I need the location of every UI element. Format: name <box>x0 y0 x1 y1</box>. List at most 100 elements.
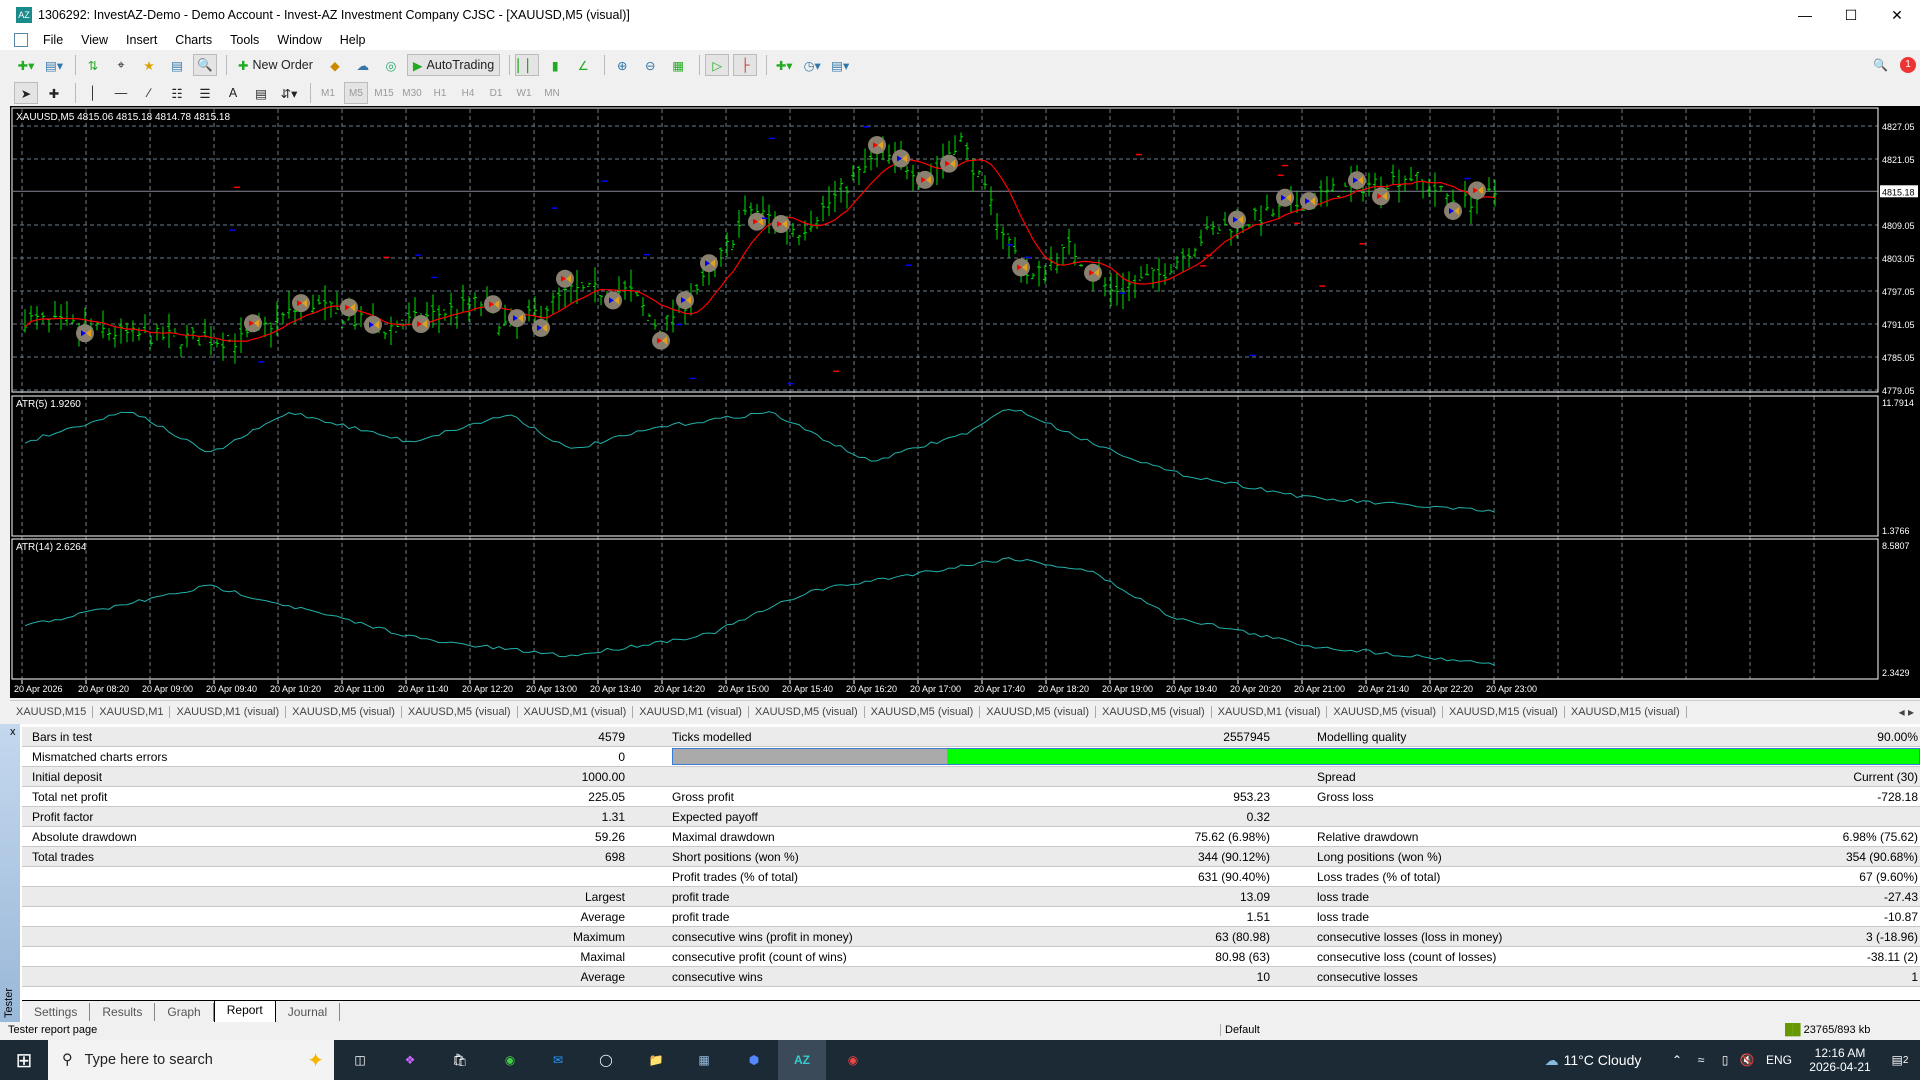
templates-icon[interactable]: ▤▾ <box>828 54 852 76</box>
close-button[interactable]: ✕ <box>1874 0 1920 30</box>
language-indicator[interactable]: ENG <box>1762 1040 1796 1080</box>
search-box[interactable]: ⚲ Type here to search ✦ <box>48 1040 334 1080</box>
terminal-icon[interactable]: ▤ <box>165 54 189 76</box>
tester-tab-settings[interactable]: Settings <box>22 1003 91 1021</box>
chart-tab[interactable]: XAUUSD,M5 (visual) <box>1327 705 1444 718</box>
equidistant-channel-icon[interactable]: ☷ <box>165 82 189 104</box>
chart-tab[interactable]: XAUUSD,M5 (visual) <box>286 705 402 718</box>
new-order-button[interactable]: ✚ New Order <box>232 54 319 76</box>
price-bar <box>203 319 207 338</box>
minimize-button[interactable]: — <box>1782 0 1828 30</box>
chart-tab[interactable]: XAUUSD,M5 (visual) <box>980 705 1096 718</box>
tester-tab-graph[interactable]: Graph <box>155 1003 214 1021</box>
timeframe-h1[interactable]: H1 <box>428 82 452 104</box>
outlook-icon[interactable]: ✉ <box>538 1040 578 1080</box>
store-icon[interactable]: 🛍 <box>440 1040 480 1080</box>
crosshair-icon[interactable]: ✚ <box>42 82 66 104</box>
profiles-icon[interactable]: ▤▾ <box>42 54 66 76</box>
weather-widget[interactable]: ☁ 11°C Cloudy <box>1528 1040 1658 1080</box>
app-icon[interactable]: ⬢ <box>734 1040 774 1080</box>
show-hidden-icons[interactable]: ⌃ <box>1668 1040 1686 1080</box>
strategy-tester-icon[interactable]: 🔍 <box>193 54 217 76</box>
bar-chart-icon[interactable]: ▏▏ <box>515 54 540 76</box>
media-icon[interactable]: ◯ <box>586 1040 626 1080</box>
cursor-icon[interactable]: ➤ <box>14 82 38 104</box>
autotrading-button[interactable]: ▶ AutoTrading <box>406 54 501 76</box>
notification-badge-icon[interactable]: 1 <box>1900 57 1916 73</box>
chart-tab[interactable]: XAUUSD,M5 (visual) <box>749 705 865 718</box>
timeframe-d1[interactable]: D1 <box>484 82 508 104</box>
market-icon[interactable]: ◎ <box>379 54 403 76</box>
periods-icon[interactable]: ◷▾ <box>800 54 824 76</box>
chart-tab[interactable]: XAUUSD,M5 (visual) <box>402 705 518 718</box>
menu-window[interactable]: Window <box>268 33 330 47</box>
tester-tab-results[interactable]: Results <box>90 1003 156 1021</box>
file-explorer-icon[interactable]: 📁 <box>636 1040 676 1080</box>
tester-tab-report[interactable]: Report <box>213 1001 276 1023</box>
chart-tab[interactable]: XAUUSD,M1 (visual) <box>1212 705 1328 718</box>
data-window-icon[interactable]: ⌖ <box>109 54 133 76</box>
task-view-icon[interactable]: ◫ <box>340 1040 380 1080</box>
chart-tab[interactable]: XAUUSD,M15 (visual) <box>1565 705 1687 718</box>
market-watch-icon[interactable]: ⇅ <box>81 54 105 76</box>
maximize-button[interactable]: ☐ <box>1828 0 1874 30</box>
auto-scroll-icon[interactable]: ▷ <box>705 54 730 76</box>
copilot-icon[interactable]: ❖ <box>390 1040 430 1080</box>
timeframe-h4[interactable]: H4 <box>456 82 480 104</box>
vertical-line-icon[interactable]: │ <box>81 82 105 104</box>
clock[interactable]: 12:16 AM 2026-04-21 <box>1800 1040 1880 1080</box>
metaeditor-icon[interactable]: ◆ <box>323 54 347 76</box>
tile-windows-icon[interactable]: ▦ <box>666 54 690 76</box>
trendline-icon[interactable]: ∕ <box>137 82 161 104</box>
indicators-icon[interactable]: ✚▾ <box>772 54 796 76</box>
tab-scroll-arrows-icon[interactable]: ◂ ▸ <box>1899 705 1914 719</box>
text-label-icon[interactable]: ▤ <box>249 82 273 104</box>
navigator-icon[interactable]: ★ <box>137 54 161 76</box>
horizontal-line-icon[interactable]: — <box>109 82 133 104</box>
chart-tab[interactable]: XAUUSD,M15 (visual) <box>1443 705 1565 718</box>
chart-tab[interactable]: XAUUSD,M1 (visual) <box>633 705 749 718</box>
chart-tab[interactable]: XAUUSD,M1 (visual) <box>170 705 287 718</box>
timeframe-m30[interactable]: M30 <box>400 82 424 104</box>
timeframe-m15[interactable]: M15 <box>372 82 396 104</box>
wifi-icon[interactable]: ≈ <box>1692 1040 1710 1080</box>
chart-tab[interactable]: XAUUSD,M5 (visual) <box>865 705 981 718</box>
notifications-button[interactable]: ▤ 2 <box>1880 1040 1920 1080</box>
line-chart-icon[interactable]: ∠ <box>571 54 595 76</box>
zoom-out-icon[interactable]: ⊖ <box>638 54 662 76</box>
menu-insert[interactable]: Insert <box>117 33 166 47</box>
calculator-icon[interactable]: ▦ <box>684 1040 724 1080</box>
arrows-icon[interactable]: ⇵▾ <box>277 82 301 104</box>
start-button[interactable]: ⊞ <box>0 1040 48 1080</box>
chart-shift-icon[interactable]: ├ <box>733 54 758 76</box>
chart-tab[interactable]: XAUUSD,M1 (visual) <box>518 705 634 718</box>
timeframe-mn[interactable]: MN <box>540 82 564 104</box>
text-icon[interactable]: A <box>221 82 245 104</box>
timeframe-m5[interactable]: M5 <box>344 82 368 104</box>
signals-icon[interactable]: ☁ <box>351 54 375 76</box>
candlestick-icon[interactable]: ▮ <box>543 54 567 76</box>
chart-tab[interactable]: XAUUSD,M1 <box>93 705 171 718</box>
investaz-terminal-icon[interactable]: AZ <box>778 1040 826 1080</box>
chart-window[interactable]: 4827.05 4821.05 4815.18 4809.05 4803.05 4797.… <box>10 106 1920 698</box>
new-chart-icon[interactable]: ✚▾ <box>14 54 38 76</box>
chrome-profile-icon[interactable]: ◉ <box>832 1040 874 1080</box>
menu-view[interactable]: View <box>72 33 117 47</box>
search-icon[interactable]: 🔍 <box>1873 58 1888 72</box>
chrome-icon[interactable]: ◉ <box>490 1040 530 1080</box>
fibonacci-icon[interactable]: ☰ <box>193 82 217 104</box>
close-tester-button[interactable]: x <box>10 726 16 738</box>
chart-tab[interactable]: XAUUSD,M5 (visual) <box>1096 705 1212 718</box>
timeframe-m1[interactable]: M1 <box>316 82 340 104</box>
chart-tab[interactable]: XAUUSD,M15 <box>10 705 94 718</box>
price-chart[interactable]: 4827.05 4821.05 4815.18 4809.05 4803.05 4797.… <box>10 106 1920 698</box>
menu-tools[interactable]: Tools <box>221 33 268 47</box>
menu-file[interactable]: File <box>34 33 72 47</box>
menu-charts[interactable]: Charts <box>166 33 221 47</box>
volume-muted-icon[interactable]: 🔇 <box>1738 1040 1756 1080</box>
zoom-in-icon[interactable]: ⊕ <box>610 54 634 76</box>
battery-icon[interactable]: ▯ <box>1716 1040 1734 1080</box>
tester-tab-journal[interactable]: Journal <box>276 1003 341 1021</box>
timeframe-w1[interactable]: W1 <box>512 82 536 104</box>
menu-help[interactable]: Help <box>331 33 375 47</box>
